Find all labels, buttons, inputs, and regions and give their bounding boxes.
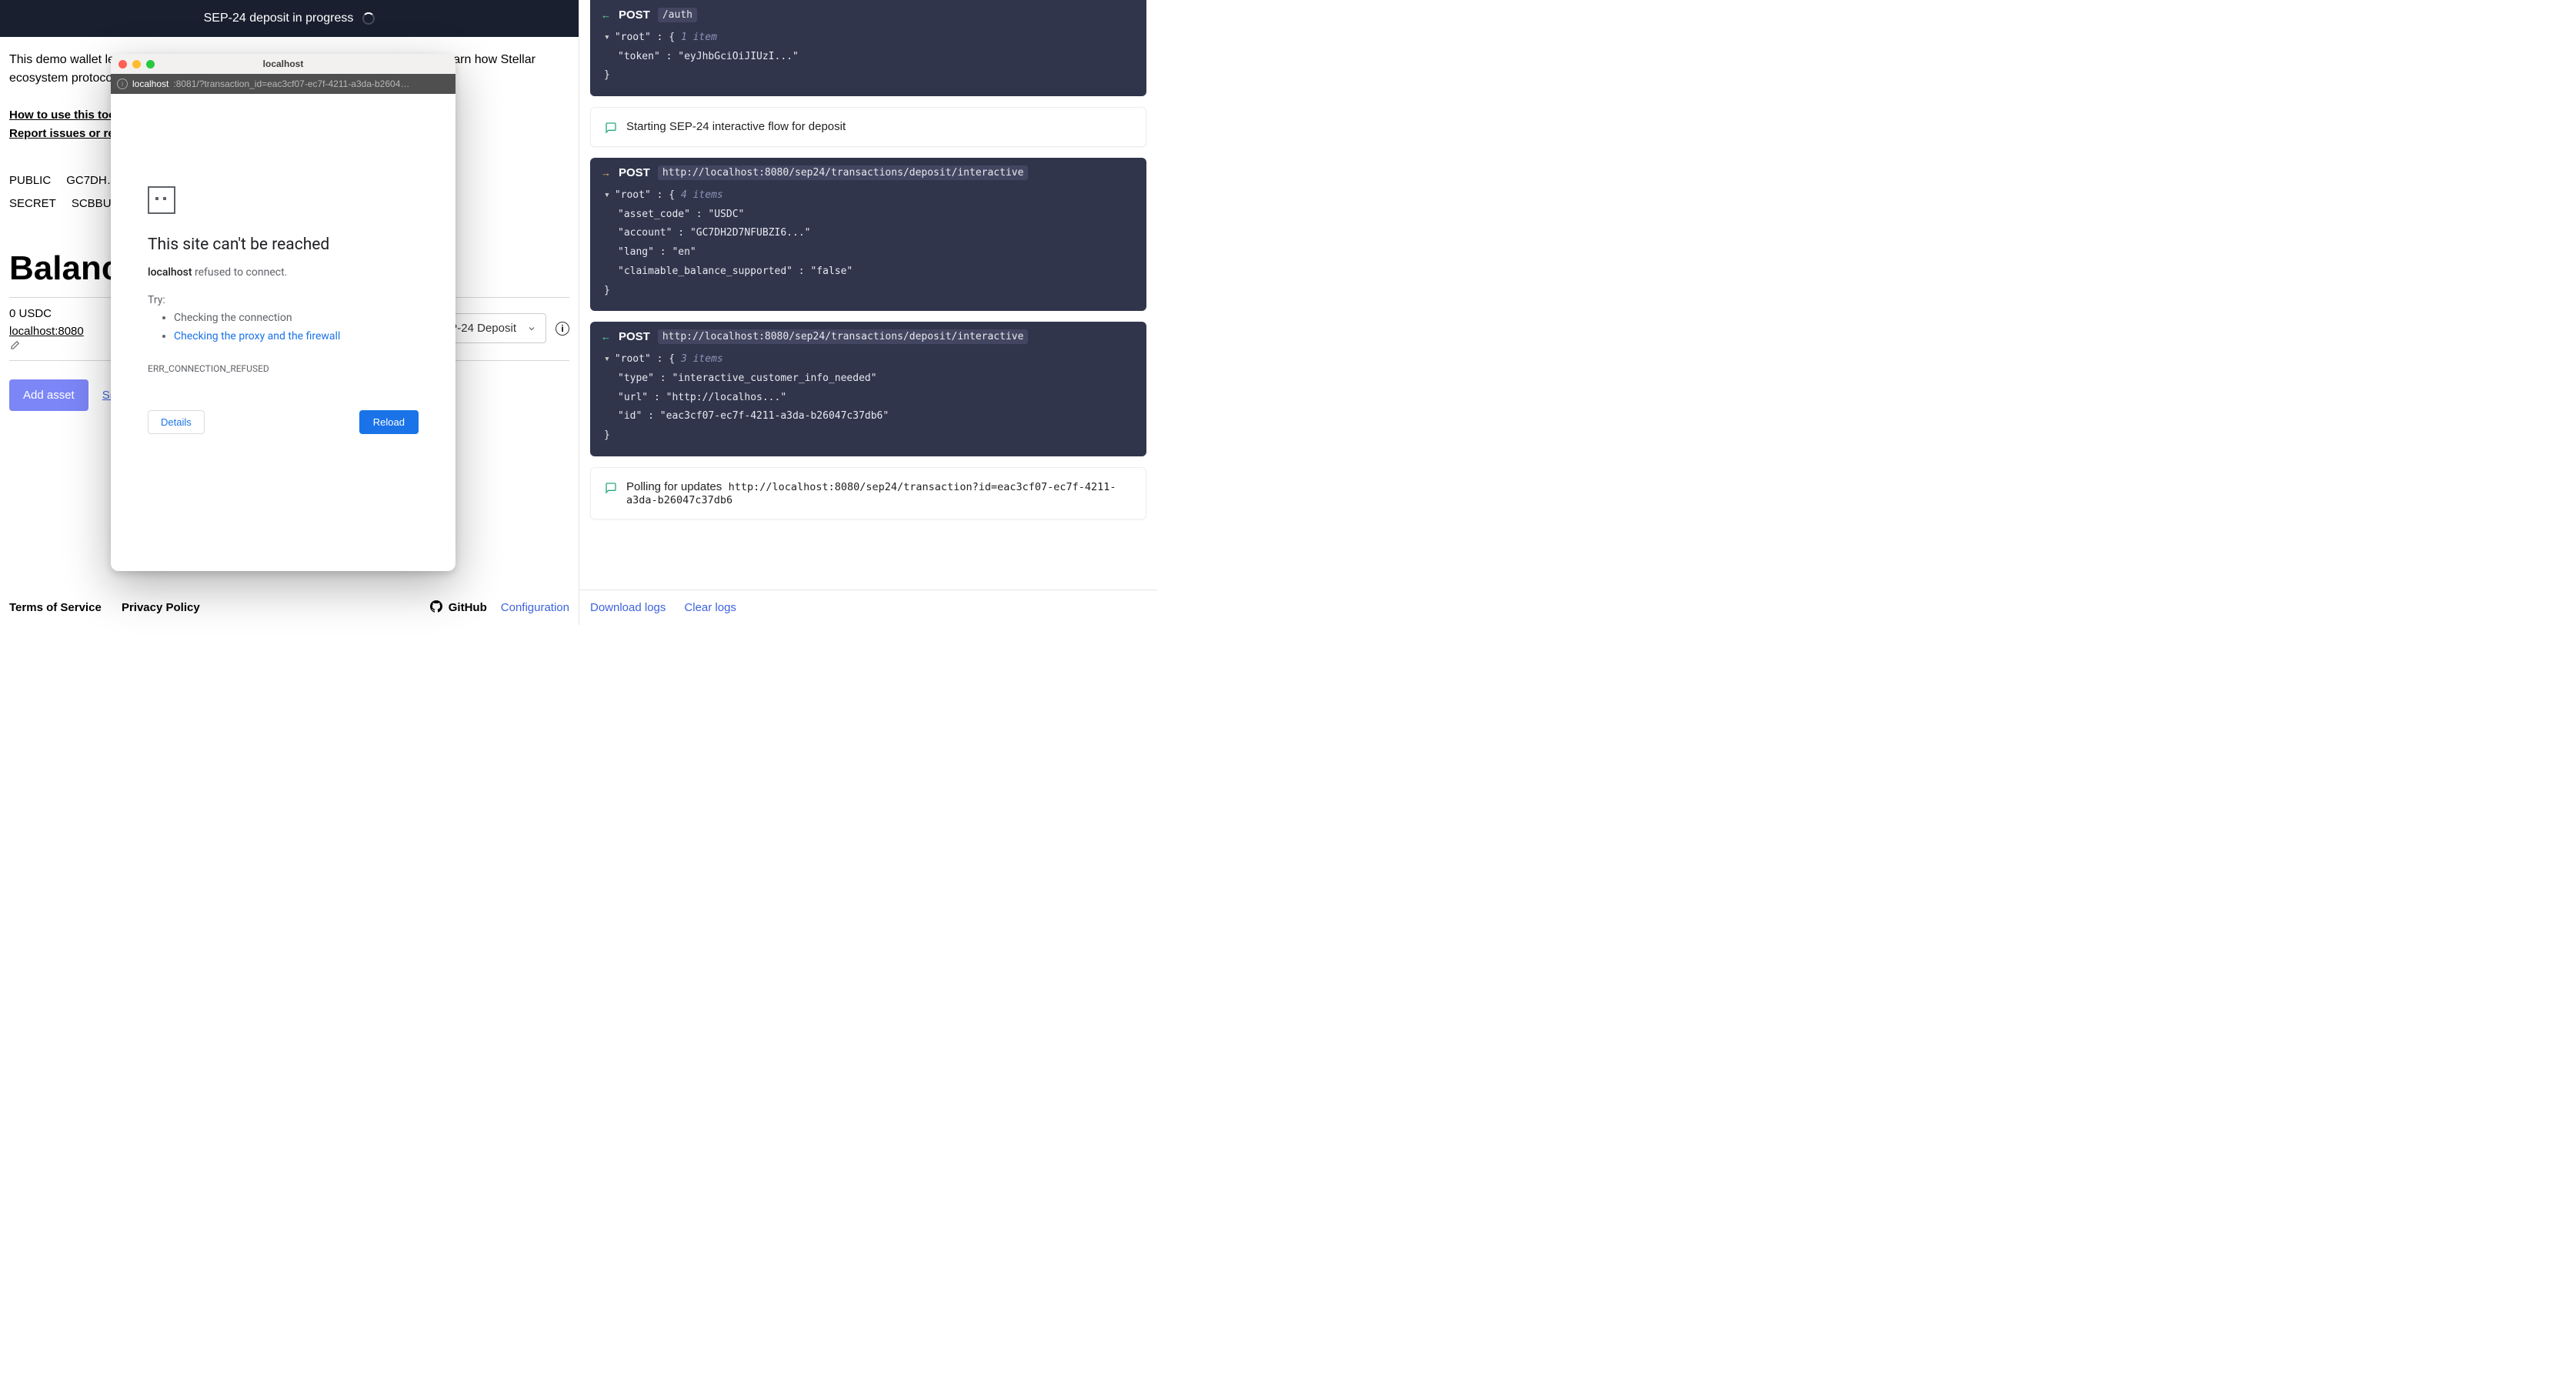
download-logs-link[interactable]: Download logs bbox=[590, 601, 666, 614]
balance-amount: 0 USDC bbox=[9, 306, 88, 323]
arrow-left-icon: ← bbox=[601, 331, 611, 342]
popup-title: localhost bbox=[111, 58, 455, 69]
log-json: ▾"root" : { 4 items "asset_code" : "USDC… bbox=[590, 186, 1146, 303]
error-bullets: Checking the connection Checking the pro… bbox=[148, 309, 419, 346]
public-key-label: PUBLIC bbox=[9, 169, 51, 192]
caret-icon[interactable]: ▾ bbox=[604, 186, 610, 205]
arrow-right-icon: → bbox=[601, 167, 611, 179]
right-footer: Download logs Clear logs bbox=[579, 590, 1157, 625]
github-label: GitHub bbox=[449, 601, 487, 614]
status-bar: SEP-24 deposit in progress bbox=[0, 0, 579, 37]
right-pane: ← POST /auth ▾"root" : { 1 item "token" … bbox=[579, 0, 1157, 625]
arrow-left-icon: ← bbox=[601, 9, 611, 21]
caret-icon[interactable]: ▾ bbox=[604, 350, 610, 369]
log-card: → POST http://localhost:8080/sep24/trans… bbox=[590, 158, 1146, 311]
popup-browser-window: localhost i localhost :8081/?transaction_… bbox=[111, 54, 455, 571]
info-circle-icon[interactable]: i bbox=[117, 79, 128, 89]
spinner-icon bbox=[362, 12, 375, 25]
popup-body: This site can't be reached localhost ref… bbox=[111, 94, 455, 571]
caret-icon[interactable]: ▾ bbox=[604, 28, 610, 48]
tos-link[interactable]: Terms of Service bbox=[9, 601, 102, 614]
log-card: ← POST http://localhost:8080/sep24/trans… bbox=[590, 322, 1146, 456]
info-card: Starting SEP-24 interactive flow for dep… bbox=[590, 107, 1146, 147]
edit-icon[interactable] bbox=[9, 340, 88, 351]
log-json: ▾"root" : { 1 item "token" : "eyJhbGciOi… bbox=[590, 28, 1146, 89]
github-link[interactable]: GitHub bbox=[430, 600, 487, 614]
log-method: POST bbox=[619, 330, 650, 343]
log-card: ← POST /auth ▾"root" : { 1 item "token" … bbox=[590, 0, 1146, 96]
log-method: POST bbox=[619, 166, 650, 179]
sad-page-icon bbox=[148, 186, 175, 214]
error-heading: This site can't be reached bbox=[148, 236, 419, 254]
log-endpoint: http://localhost:8080/sep24/transactions… bbox=[658, 165, 1029, 180]
github-icon bbox=[430, 600, 442, 613]
log-endpoint: /auth bbox=[658, 8, 697, 22]
reload-button[interactable]: Reload bbox=[359, 410, 419, 434]
details-button[interactable]: Details bbox=[148, 410, 205, 434]
error-subtext: localhost refused to connect. bbox=[148, 266, 419, 279]
log-scroll[interactable]: ← POST /auth ▾"root" : { 1 item "token" … bbox=[579, 0, 1157, 590]
info-text: Starting SEP-24 interactive flow for dep… bbox=[626, 120, 846, 133]
popup-address-bar[interactable]: i localhost :8081/?transaction_id=eac3cf0… bbox=[111, 74, 455, 94]
secret-key-label: SECRET bbox=[9, 192, 56, 215]
error-bullet: Checking the connection bbox=[174, 309, 419, 328]
balance-domain-link[interactable]: localhost:8080 bbox=[9, 325, 84, 338]
chevron-down-icon bbox=[527, 324, 536, 333]
add-asset-button[interactable]: Add asset bbox=[9, 379, 88, 411]
log-endpoint: http://localhost:8080/sep24/transactions… bbox=[658, 329, 1029, 344]
status-text: SEP-24 deposit in progress bbox=[204, 12, 354, 25]
footer: Terms of Service Privacy Policy GitHub C… bbox=[0, 600, 579, 625]
info-card: Polling for updates http://localhost:808… bbox=[590, 467, 1146, 519]
log-json: ▾"root" : { 3 items "type" : "interactiv… bbox=[590, 350, 1146, 448]
message-icon bbox=[605, 482, 617, 494]
info-icon[interactable]: i bbox=[556, 322, 569, 336]
error-bullet: Checking the proxy and the firewall bbox=[174, 328, 419, 346]
privacy-link[interactable]: Privacy Policy bbox=[122, 601, 200, 614]
popup-titlebar[interactable]: localhost bbox=[111, 54, 455, 74]
proxy-firewall-link[interactable]: Checking the proxy and the firewall bbox=[174, 330, 340, 342]
address-path: :8081/?transaction_id=eac3cf07-ec7f-4211… bbox=[173, 79, 409, 89]
address-host: localhost bbox=[132, 79, 169, 89]
configuration-link[interactable]: Configuration bbox=[501, 601, 569, 614]
clear-logs-link[interactable]: Clear logs bbox=[684, 601, 736, 614]
info-text: Polling for updates http://localhost:808… bbox=[626, 480, 1132, 506]
log-method: POST bbox=[619, 8, 650, 22]
message-icon bbox=[605, 122, 617, 134]
error-code: ERR_CONNECTION_REFUSED bbox=[148, 363, 419, 374]
error-try-label: Try: bbox=[148, 294, 419, 306]
